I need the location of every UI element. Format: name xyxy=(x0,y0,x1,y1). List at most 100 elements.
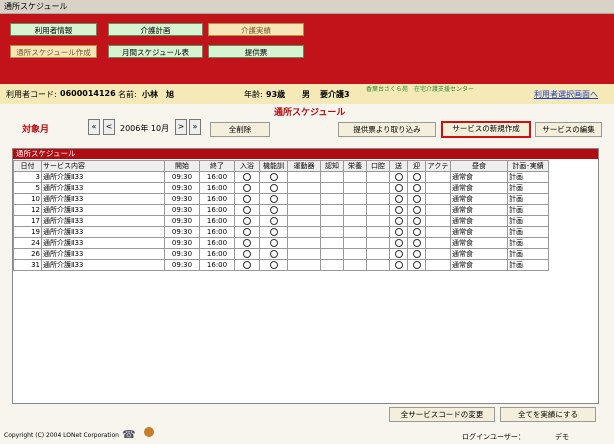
user-select-link[interactable]: 利用者選択画面へ xyxy=(534,89,598,100)
circle-icon xyxy=(412,206,421,214)
cell-status: 計画 xyxy=(507,215,549,227)
cell-cognitive xyxy=(320,193,344,205)
cell-training[interactable] xyxy=(259,237,288,249)
table-row[interactable]: 31 通所介護Ⅱ33 09:30 16:00 通常食 計画 xyxy=(13,259,549,271)
cell-pickup[interactable] xyxy=(389,259,408,271)
table-row[interactable]: 10 通所介護Ⅱ33 09:30 16:00 通常食 計画 xyxy=(13,193,549,205)
cell-bath[interactable] xyxy=(234,193,260,205)
prev-month-button[interactable]: < xyxy=(103,119,115,135)
circle-icon xyxy=(243,206,251,214)
cell-bath[interactable] xyxy=(234,182,260,194)
new-service-button[interactable]: サービスの新規作成 xyxy=(441,121,531,138)
cell-start: 09:30 xyxy=(164,237,200,249)
col-header: 認知 xyxy=(320,160,344,172)
cell-activity xyxy=(425,215,451,227)
cell-dropoff[interactable] xyxy=(407,204,426,216)
care-level: 要介護3 xyxy=(320,90,350,99)
cell-bath[interactable] xyxy=(234,215,260,227)
col-header: 昼食 xyxy=(450,160,508,172)
tab-user-info[interactable]: 利用者情報 xyxy=(10,23,97,36)
login-user-label: ログインユーザー： xyxy=(462,433,525,441)
cell-bath[interactable] xyxy=(234,248,260,260)
table-row[interactable]: 19 通所介護Ⅱ33 09:30 16:00 通常食 計画 xyxy=(13,226,549,238)
cell-dropoff[interactable] xyxy=(407,259,426,271)
cell-bath[interactable] xyxy=(234,226,260,238)
circle-icon xyxy=(243,239,251,247)
cell-pickup[interactable] xyxy=(389,182,408,194)
table-row[interactable]: 17 通所介護Ⅱ33 09:30 16:00 通常食 計画 xyxy=(13,215,549,227)
cell-training[interactable] xyxy=(259,215,288,227)
cell-training[interactable] xyxy=(259,226,288,238)
cell-pickup[interactable] xyxy=(389,237,408,249)
circle-icon xyxy=(394,261,403,269)
delete-all-button[interactable]: 全削除 xyxy=(210,122,270,137)
cell-pickup[interactable] xyxy=(389,193,408,205)
month-value: 2006年 10月 xyxy=(120,124,170,133)
cell-dropoff[interactable] xyxy=(407,237,426,249)
first-month-button[interactable]: « xyxy=(88,119,100,135)
cell-lunch: 通常食 xyxy=(450,204,508,216)
tab-service-ticket[interactable]: 提供票 xyxy=(208,45,304,58)
cell-training[interactable] xyxy=(259,259,288,271)
cell-service: 通所介護Ⅱ33 xyxy=(41,226,165,238)
circle-icon xyxy=(269,206,278,214)
last-month-button[interactable]: » xyxy=(189,119,201,135)
cell-activity xyxy=(425,226,451,238)
cell-bath[interactable] xyxy=(234,204,260,216)
cell-bath[interactable] xyxy=(234,171,260,183)
cell-pickup[interactable] xyxy=(389,215,408,227)
cell-activity xyxy=(425,182,451,194)
cell-exercise xyxy=(287,171,321,183)
cell-cognitive xyxy=(320,182,344,194)
table-row[interactable]: 12 通所介護Ⅱ33 09:30 16:00 通常食 計画 xyxy=(13,204,549,216)
cell-pickup[interactable] xyxy=(389,204,408,216)
circle-icon xyxy=(243,184,251,192)
cell-cognitive xyxy=(320,171,344,183)
cell-exercise xyxy=(287,193,321,205)
circle-icon xyxy=(394,250,403,258)
change-all-service-codes-button[interactable]: 全サービスコードの変更 xyxy=(389,407,495,422)
table-row[interactable]: 5 通所介護Ⅱ33 09:30 16:00 通常食 計画 xyxy=(13,182,549,194)
cell-pickup[interactable] xyxy=(389,226,408,238)
cell-training[interactable] xyxy=(259,171,288,183)
circle-icon xyxy=(269,173,278,181)
cell-service: 通所介護Ⅱ33 xyxy=(41,248,165,260)
cell-training[interactable] xyxy=(259,182,288,194)
cell-dropoff[interactable] xyxy=(407,215,426,227)
table-row[interactable]: 3 通所介護Ⅱ33 09:30 16:00 通常食 計画 xyxy=(13,171,549,183)
user-code: 0600014126 xyxy=(60,89,116,98)
table-row[interactable]: 26 通所介護Ⅱ33 09:30 16:00 通常食 計画 xyxy=(13,248,549,260)
circle-icon xyxy=(412,261,421,269)
cell-nutrition xyxy=(343,215,367,227)
cell-training[interactable] xyxy=(259,193,288,205)
edit-service-button[interactable]: サービスの編集 xyxy=(535,122,602,137)
cell-day: 24 xyxy=(13,237,42,249)
table-row[interactable]: 24 通所介護Ⅱ33 09:30 16:00 通常食 計画 xyxy=(13,237,549,249)
cell-nutrition xyxy=(343,248,367,260)
cell-bath[interactable] xyxy=(234,237,260,249)
circle-icon xyxy=(394,228,403,236)
tab-care-plan[interactable]: 介護計画 xyxy=(108,23,203,36)
tab-schedule-create[interactable]: 通所スケジュール作成 xyxy=(10,45,97,58)
cell-service: 通所介護Ⅱ33 xyxy=(41,182,165,194)
cell-training[interactable] xyxy=(259,248,288,260)
cell-dropoff[interactable] xyxy=(407,171,426,183)
cell-pickup[interactable] xyxy=(389,248,408,260)
cell-dropoff[interactable] xyxy=(407,226,426,238)
tab-care-record[interactable]: 介護実績 xyxy=(208,23,304,36)
cell-dropoff[interactable] xyxy=(407,248,426,260)
col-header: 迎 xyxy=(407,160,426,172)
all-to-actual-button[interactable]: 全てを実績にする xyxy=(500,407,596,422)
cell-pickup[interactable] xyxy=(389,171,408,183)
import-from-ticket-button[interactable]: 提供票より取り込み xyxy=(338,122,436,137)
next-month-button[interactable]: > xyxy=(175,119,187,135)
cell-day: 12 xyxy=(13,204,42,216)
cell-dropoff[interactable] xyxy=(407,193,426,205)
user-sex: 男 xyxy=(302,90,310,99)
cell-training[interactable] xyxy=(259,204,288,216)
cell-dropoff[interactable] xyxy=(407,182,426,194)
cell-bath[interactable] xyxy=(234,259,260,271)
tab-monthly-schedule[interactable]: 月間スケジュール表 xyxy=(108,45,203,58)
cell-day: 19 xyxy=(13,226,42,238)
cell-lunch: 通常食 xyxy=(450,193,508,205)
